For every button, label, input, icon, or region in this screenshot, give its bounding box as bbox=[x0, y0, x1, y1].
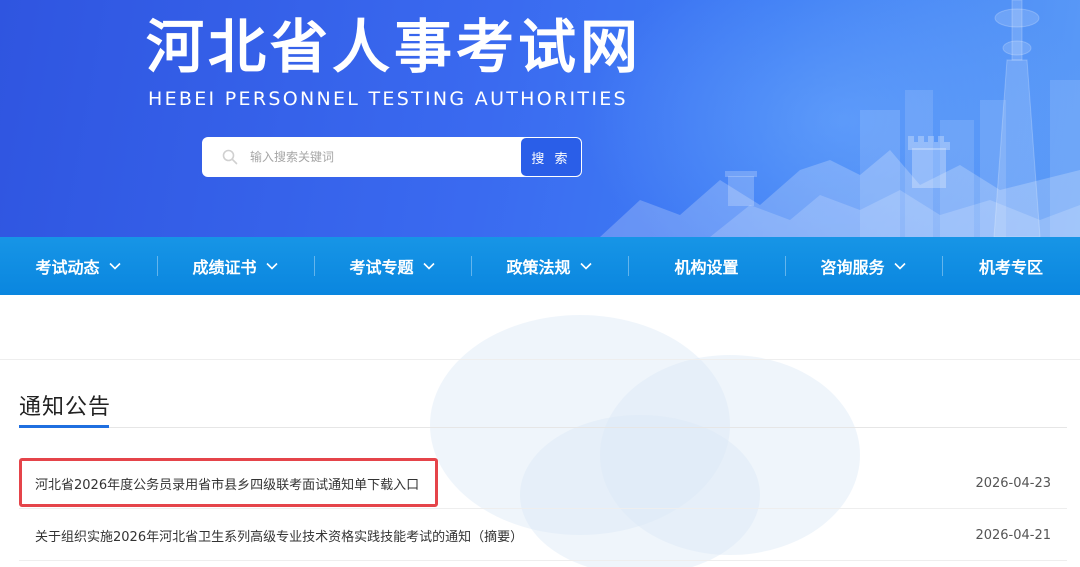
site-subtitle: HEBEI PERSONNEL TESTING AUTHORITIES bbox=[148, 88, 628, 110]
main-nav: 考试动态 成绩证书 考试专题 政策法规 机构设置 咨询服务 机考专区 bbox=[0, 237, 1080, 295]
search-icon bbox=[222, 149, 238, 165]
chevron-down-icon bbox=[422, 262, 435, 270]
section-title: 通知公告 bbox=[19, 395, 112, 420]
section-rule bbox=[19, 427, 1067, 428]
chevron-down-icon bbox=[579, 262, 592, 270]
notice-item[interactable]: 关于组织实施2026年河北省卫生系列高级专业技术资格实践技能考试的通知（摘要） … bbox=[19, 511, 1067, 561]
nav-item-consulting[interactable]: 咨询服务 bbox=[785, 237, 942, 295]
chevron-down-icon bbox=[893, 262, 906, 270]
site-title: 河北省人事考试网 bbox=[146, 13, 643, 81]
nav-item-label: 机构设置 bbox=[674, 258, 739, 277]
nav-item-label: 机考专区 bbox=[978, 258, 1043, 277]
section-title-underline bbox=[19, 425, 109, 428]
chevron-down-icon bbox=[265, 262, 278, 270]
nav-item-organization[interactable]: 机构设置 bbox=[628, 237, 785, 295]
nav-item-scores-certificates[interactable]: 成绩证书 bbox=[157, 237, 314, 295]
chevron-down-icon bbox=[108, 262, 121, 270]
notice-title-link[interactable]: 关于组织实施2026年河北省卫生系列高级专业技术资格实践技能考试的通知（摘要） bbox=[19, 526, 523, 545]
nav-item-label: 考试动态 bbox=[35, 258, 100, 277]
nav-item-label: 政策法规 bbox=[506, 258, 571, 277]
nav-item-exam-topics[interactable]: 考试专题 bbox=[314, 237, 471, 295]
nav-item-label: 成绩证书 bbox=[192, 258, 257, 277]
search-box: 搜 索 bbox=[202, 137, 582, 177]
nav-item-computer-exam[interactable]: 机考专区 bbox=[942, 237, 1080, 295]
header-banner: 河北省人事考试网 HEBEI PERSONNEL TESTING AUTHORI… bbox=[0, 0, 1080, 237]
nav-item-label: 考试专题 bbox=[349, 258, 414, 277]
nav-item-label: 咨询服务 bbox=[820, 258, 885, 277]
notice-item[interactable]: 河北省2026年度公务员录用省市县乡四级联考面试通知单下载入口 2026-04-… bbox=[19, 459, 1067, 509]
search-input[interactable] bbox=[250, 137, 520, 177]
nav-item-policies[interactable]: 政策法规 bbox=[471, 237, 628, 295]
notice-title-link[interactable]: 河北省2026年度公务员录用省市县乡四级联考面试通知单下载入口 bbox=[19, 474, 419, 493]
content-divider bbox=[0, 359, 1080, 360]
nav-item-exam-news[interactable]: 考试动态 bbox=[0, 237, 157, 295]
notice-date: 2026-04-23 bbox=[975, 476, 1051, 491]
notice-date: 2026-04-21 bbox=[975, 528, 1051, 543]
search-button[interactable]: 搜 索 bbox=[521, 138, 581, 176]
